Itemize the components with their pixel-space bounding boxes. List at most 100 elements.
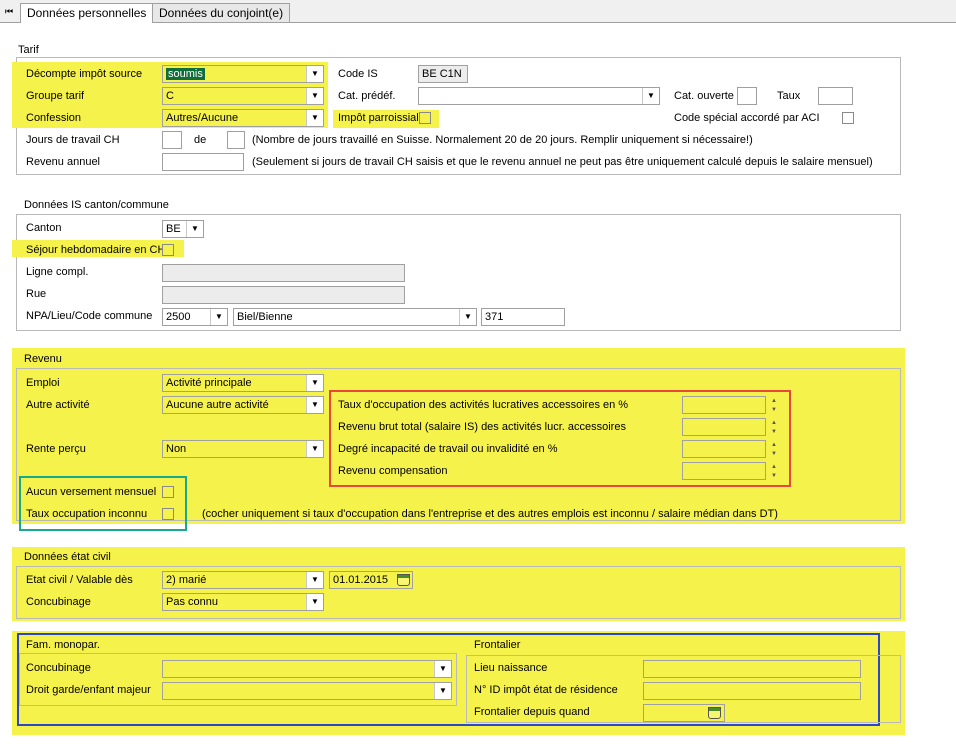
aucun-versement-checkbox[interactable] — [162, 486, 174, 498]
degre-label: Degré incapacité de travail ou invalidit… — [338, 443, 558, 455]
taux-field[interactable] — [818, 87, 853, 105]
code-is-label: Code IS — [338, 68, 378, 80]
code-commune-field[interactable]: 371 — [481, 308, 565, 326]
groupe-value: C — [166, 90, 174, 102]
nid-label: N° ID impôt état de résidence — [474, 684, 618, 696]
chevron-down-icon[interactable]: ▼ — [306, 397, 323, 413]
emploi-select[interactable]: Activité principale ▼ — [162, 374, 324, 392]
tab-donnees-personnelles[interactable]: Données personnelles — [20, 3, 154, 23]
taux-inconnu-checkbox[interactable] — [162, 508, 174, 520]
fam-concubinage-select[interactable]: ▼ — [162, 660, 452, 678]
cat-ouverte-field[interactable] — [737, 87, 757, 105]
emploi-value: Activité principale — [166, 377, 252, 389]
chevron-down-icon[interactable]: ▼ — [459, 309, 476, 325]
decompte-select[interactable]: soumis ▼ — [162, 65, 324, 83]
rue-field[interactable] — [162, 286, 405, 304]
frontalier-title: Frontalier — [474, 639, 521, 651]
chevron-down-icon[interactable]: ▼ — [434, 661, 451, 677]
jours-note: (Nombre de jours travaillé en Suisse. No… — [252, 134, 753, 146]
nid-field[interactable] — [643, 682, 861, 700]
impot-paroissial-checkbox[interactable] — [419, 112, 431, 124]
ligne-compl-label: Ligne compl. — [26, 266, 89, 278]
chevron-down-icon[interactable]: ▼ — [306, 110, 323, 126]
jours-total-field[interactable] — [227, 131, 245, 149]
chevron-down-icon[interactable]: ▼ — [186, 221, 203, 237]
confession-label: Confession — [26, 112, 82, 124]
taux-occ-label: Taux d'occupation des activités lucrativ… — [338, 399, 629, 411]
lieu-value: Biel/Bienne — [237, 311, 293, 323]
taux-occ-field[interactable] — [682, 396, 766, 414]
chevron-down-icon[interactable]: ▼ — [642, 88, 659, 104]
frontalier-depuis-label: Frontalier depuis quand — [474, 706, 590, 718]
revenu-brut-spinner[interactable]: ▲ ▼ — [766, 418, 782, 436]
canton-select[interactable]: BE ▼ — [162, 220, 204, 238]
calendar-icon[interactable] — [397, 574, 410, 586]
chevron-down-icon[interactable]: ▼ — [434, 683, 451, 699]
rue-label: Rue — [26, 288, 47, 300]
chevron-down-icon[interactable]: ▼ — [210, 309, 227, 325]
concubinage-select[interactable]: Pas connu ▼ — [162, 593, 324, 611]
degre-spinner[interactable]: ▲ ▼ — [766, 440, 782, 458]
emploi-label: Emploi — [26, 377, 60, 389]
chevron-down-icon[interactable]: ▼ — [306, 88, 323, 104]
canton-value: BE — [166, 223, 181, 235]
chevron-down-icon[interactable]: ▼ — [306, 375, 323, 391]
etat-civil-select[interactable]: 2) marié ▼ — [162, 571, 324, 589]
etat-civil-value: 2) marié — [166, 574, 207, 586]
jours-field[interactable] — [162, 131, 182, 149]
groupe-label: Groupe tarif — [26, 90, 85, 102]
taux-occ-spinner[interactable]: ▲ ▼ — [766, 396, 782, 414]
autre-activite-select[interactable]: Aucune autre activité ▼ — [162, 396, 324, 414]
revenu-annuel-label: Revenu annuel — [26, 156, 101, 168]
etat-civil-group — [16, 566, 901, 619]
concubinage-label: Concubinage — [26, 596, 91, 608]
tab-bar: ⏮ Données personnelles Données du conjoi… — [0, 0, 956, 23]
compensation-spinner[interactable]: ▲ ▼ — [766, 462, 782, 480]
chevron-down-icon[interactable]: ▼ — [306, 66, 323, 82]
calendar-icon[interactable] — [708, 707, 721, 719]
code-special-label: Code spécial accordé par ACI — [674, 112, 820, 124]
compensation-field[interactable] — [682, 462, 766, 480]
compensation-label: Revenu compensation — [338, 465, 448, 477]
droit-garde-select[interactable]: ▼ — [162, 682, 452, 700]
groupe-select[interactable]: C ▼ — [162, 87, 324, 105]
tab-donnees-conjoint[interactable]: Données du conjoint(e) — [152, 3, 291, 22]
rente-select[interactable]: Non ▼ — [162, 440, 324, 458]
decompte-label: Décompte impôt source — [26, 68, 143, 80]
npa-label: NPA/Lieu/Code commune — [26, 310, 153, 322]
revenu-annuel-field[interactable] — [162, 153, 244, 171]
lieu-select[interactable]: Biel/Bienne ▼ — [233, 308, 477, 326]
sejour-label: Séjour hebdomadaire en CH — [26, 244, 166, 256]
npa-select[interactable]: 2500 ▼ — [162, 308, 228, 326]
confession-value: Autres/Aucune — [166, 112, 239, 124]
rente-value: Non — [166, 443, 187, 455]
taux-label: Taux — [777, 90, 801, 102]
lieu-naissance-field[interactable] — [643, 660, 861, 678]
code-is-field: BE C1N — [418, 65, 468, 83]
chevron-down-icon[interactable]: ▼ — [306, 594, 323, 610]
chevron-down-icon[interactable]: ▼ — [306, 572, 323, 588]
revenu-brut-field[interactable] — [682, 418, 766, 436]
ligne-compl-field[interactable] — [162, 264, 405, 282]
revenu-title: Revenu — [24, 353, 62, 365]
code-special-checkbox[interactable] — [842, 112, 854, 124]
revenu-brut-label: Revenu brut total (salaire IS) des activ… — [338, 421, 626, 433]
npa-value: 2500 — [166, 311, 191, 323]
chevron-down-icon[interactable]: ▼ — [306, 441, 323, 457]
canton-title: Données IS canton/commune — [24, 199, 169, 211]
rente-label: Rente perçu — [26, 443, 86, 455]
decompte-value: soumis — [166, 68, 205, 80]
first-page-arrow-icon[interactable]: ⏮ — [3, 5, 15, 17]
taux-inconnu-label: Taux occupation inconnu — [26, 508, 148, 520]
confession-select[interactable]: Autres/Aucune ▼ — [162, 109, 324, 127]
lieu-naissance-label: Lieu naissance — [474, 662, 548, 674]
cat-ouverte-label: Cat. ouverte — [674, 90, 734, 102]
taux-inconnu-note: (cocher uniquement si taux d'occupation … — [202, 508, 778, 520]
de-label: de — [194, 134, 207, 146]
autre-activite-label: Autre activité — [26, 399, 90, 411]
concubinage-value: Pas connu — [166, 596, 218, 608]
degre-field[interactable] — [682, 440, 766, 458]
cat-predef-select[interactable]: ▼ — [418, 87, 660, 105]
sejour-checkbox[interactable] — [162, 244, 174, 256]
etat-civil-label: Etat civil / Valable dès — [26, 574, 133, 586]
